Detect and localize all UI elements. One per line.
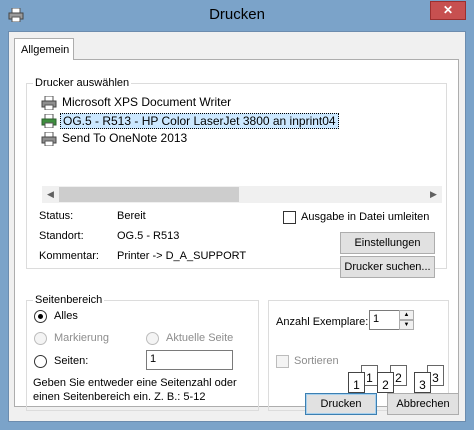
copies-stepper[interactable]: ▲ ▼ <box>399 310 414 330</box>
radio-all-pages[interactable] <box>34 310 47 323</box>
location-value: OG.5 - R513 <box>117 230 180 242</box>
comment-label: Kommentar: <box>39 250 99 262</box>
current-page-label: Aktuelle Seite <box>166 332 234 344</box>
print-to-file-checkbox[interactable] <box>283 211 296 224</box>
cancel-button[interactable]: Abbrechen <box>387 393 459 415</box>
find-printer-button[interactable]: Drucker suchen... <box>340 256 435 278</box>
print-button[interactable]: Drucken <box>305 393 377 415</box>
page-range-hint-line-1: Geben Sie entweder eine Seitenzahl oder <box>33 377 237 389</box>
scroll-left-icon[interactable]: ◀ <box>42 186 59 203</box>
print-to-file-label[interactable]: Ausgabe in Datei umleiten <box>301 211 429 223</box>
radio-selected-dot <box>38 314 43 319</box>
collate-page: 3 <box>414 372 431 393</box>
window-title: Drucken <box>209 6 265 23</box>
collate-page: 1 <box>348 372 365 393</box>
printer-list-scrollbar[interactable]: ◀ ▶ <box>42 186 442 203</box>
printer-name: Microsoft XPS Document Writer <box>62 95 232 109</box>
printer-icon <box>41 132 57 146</box>
collate-page: 2 <box>377 372 394 393</box>
status-value: Bereit <box>117 210 146 222</box>
list-item-printer[interactable]: Microsoft XPS Document Writer <box>41 94 441 112</box>
list-item-printer-selected[interactable]: OG.5 - R513 - HP Color LaserJet 3800 an … <box>41 112 441 130</box>
pages-input[interactable]: 1 <box>146 350 233 370</box>
comment-value: Printer -> D_A_SUPPORT <box>117 250 247 262</box>
page-range-hint-line-2: einen Seitenbereich ein. Z. B.: 5-12 <box>33 391 206 403</box>
radio-selection <box>34 332 47 345</box>
page-range-group-label: Seitenbereich <box>33 294 105 306</box>
collate-label: Sortieren <box>294 355 339 367</box>
location-label: Standort: <box>39 230 84 242</box>
stepper-up-icon[interactable]: ▲ <box>399 310 414 320</box>
tab-allgemein[interactable]: Allgemein <box>14 38 74 60</box>
scroll-right-icon[interactable]: ▶ <box>425 186 442 203</box>
list-item-printer[interactable]: Send To OneNote 2013 <box>41 130 441 148</box>
print-dialog-window: Drucken ✕ Allgemein Drucker auswählen Mi… <box>0 0 474 430</box>
printer-list[interactable]: Microsoft XPS Document Writer OG.5 - R51… <box>41 94 441 154</box>
radio-current-page <box>146 332 159 345</box>
printer-name: Send To OneNote 2013 <box>62 131 188 145</box>
tab-panel-allgemein: Drucker auswählen Microsoft XPS Document… <box>14 59 459 411</box>
close-button[interactable]: ✕ <box>430 1 466 20</box>
settings-button[interactable]: Einstellungen <box>340 232 435 254</box>
printer-name: OG.5 - R513 - HP Color LaserJet 3800 an … <box>60 113 339 129</box>
dialog-client-area: Allgemein Drucker auswählen Microsoft XP… <box>8 31 466 422</box>
scrollbar-thumb[interactable] <box>59 187 239 202</box>
title-bar[interactable]: Drucken ✕ <box>0 0 474 31</box>
radio-pages[interactable] <box>34 355 47 368</box>
printer-select-group-label: Drucker auswählen <box>33 77 132 89</box>
all-pages-label[interactable]: Alles <box>54 310 78 322</box>
collate-checkbox <box>276 355 289 368</box>
selection-label: Markierung <box>54 332 110 344</box>
network-printer-icon <box>41 114 57 128</box>
copies-input[interactable]: 1 <box>369 310 400 330</box>
printer-icon <box>41 96 57 110</box>
copies-label: Anzahl Exemplare: <box>276 316 369 328</box>
pages-label[interactable]: Seiten: <box>54 355 88 367</box>
status-label: Status: <box>39 210 74 222</box>
stepper-down-icon[interactable]: ▼ <box>399 320 414 330</box>
